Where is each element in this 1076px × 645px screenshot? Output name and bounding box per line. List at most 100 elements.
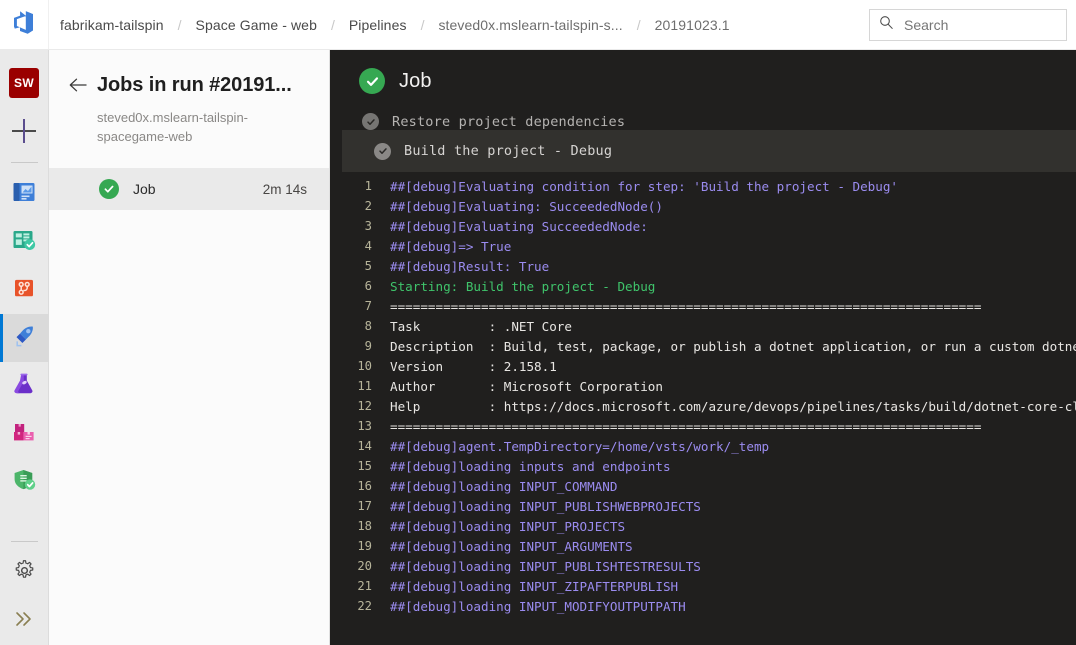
check-circle-icon	[99, 179, 119, 199]
log-line-number: 5	[364, 259, 372, 273]
azure-devops-logo-button[interactable]	[0, 0, 49, 49]
breadcrumb-item-project[interactable]: Space Game - web	[196, 15, 317, 35]
nav-divider-bottom	[10, 541, 38, 542]
project-badge: SW	[9, 68, 39, 98]
log-line-number: 12	[357, 399, 372, 413]
step-row-current[interactable]: Build the project - Debug	[342, 130, 1076, 172]
step-label: Restore project dependencies	[392, 114, 626, 130]
check-circle-icon	[359, 68, 385, 94]
log-line: 7 =======================================…	[330, 296, 1076, 316]
log-line: 12 Help : https://docs.microsoft.com/azur…	[330, 396, 1076, 416]
sidebar-item-boards[interactable]	[0, 218, 49, 266]
log-line-number: 22	[357, 599, 372, 613]
search-icon	[879, 15, 894, 35]
breadcrumb-item-organization[interactable]: fabrikam-tailspin	[60, 15, 164, 35]
log-line-number: 18	[357, 519, 372, 533]
step-list: Restore project dependencies Build the p…	[330, 112, 1076, 645]
sidebar-item-artifacts[interactable]	[0, 410, 49, 458]
log-line-number: 21	[357, 579, 372, 593]
breadcrumb-item-run[interactable]: 20191023.1	[655, 15, 730, 35]
sidebar-item-new[interactable]	[0, 107, 49, 155]
sidebar-item-expand-nav[interactable]	[0, 597, 49, 645]
breadcrumb-separator: /	[177, 16, 182, 33]
log-line-number: 13	[357, 419, 372, 433]
security-shield-icon	[11, 467, 37, 498]
test-plans-flask-icon	[11, 371, 37, 402]
pipelines-rocket-icon	[11, 323, 37, 354]
log-line: 15 ##[debug]loading inputs and endpoints	[330, 456, 1076, 476]
sidebar-item-project-settings[interactable]	[0, 549, 49, 597]
job-list: Job 2m 14s	[49, 168, 329, 210]
vertical-nav: SW	[0, 50, 49, 645]
log-line: 3 ##[debug]Evaluating SucceededNode:	[330, 216, 1076, 236]
breadcrumb-separator: /	[420, 16, 425, 33]
log-line-text: ##[debug]loading inputs and endpoints	[390, 458, 671, 474]
log-pane: Job Restore project dependencies Build t…	[330, 50, 1076, 645]
job-list-item[interactable]: Job 2m 14s	[49, 168, 329, 210]
back-button[interactable]	[65, 74, 91, 100]
log-line-text: ========================================…	[390, 298, 982, 314]
breadcrumb-item-pipeline[interactable]: steved0x.mslearn-tailspin-s...	[438, 15, 622, 35]
log-line: 21 ##[debug]loading INPUT_ZIPAFTERPUBLISH	[330, 576, 1076, 596]
sidebar-item-security[interactable]	[0, 458, 49, 506]
jobs-panel: Jobs in run #20191... steved0x.mslearn-t…	[49, 50, 330, 645]
check-circle-icon	[374, 142, 391, 160]
sidebar-item-overview[interactable]	[0, 170, 49, 218]
log-line-number: 4	[364, 239, 372, 253]
plus-icon	[12, 119, 36, 143]
log-line: 20 ##[debug]loading INPUT_PUBLISHTESTRESU…	[330, 556, 1076, 576]
log-line: 8 Task : .NET Core	[330, 316, 1076, 336]
step-row-previous[interactable]: Restore project dependencies	[330, 112, 1076, 130]
log-line-text: ##[debug]loading INPUT_ARGUMENTS	[390, 538, 633, 554]
search-input[interactable]: Search	[869, 8, 1067, 41]
sidebar-item-project[interactable]: SW	[0, 59, 49, 107]
log-line-number: 8	[364, 319, 372, 333]
breadcrumb-item-pipelines[interactable]: Pipelines	[349, 15, 407, 35]
search-placeholder: Search	[904, 16, 949, 33]
sidebar-item-repos[interactable]	[0, 266, 49, 314]
job-name: Job	[133, 181, 156, 197]
breadcrumb-separator: /	[636, 16, 641, 33]
log-line-text: ##[debug]loading INPUT_MODIFYOUTPUTPATH	[390, 598, 686, 614]
log-output[interactable]: 1 ##[debug]Evaluating condition for step:…	[330, 172, 1076, 616]
log-line-number: 11	[357, 379, 372, 393]
log-line-number: 15	[357, 459, 372, 473]
step-label: Build the project - Debug	[404, 143, 613, 159]
sidebar-item-pipelines[interactable]	[0, 314, 49, 362]
log-line-number: 6	[364, 279, 372, 293]
log-line-number: 2	[364, 199, 372, 213]
azure-devops-logo-icon	[12, 10, 36, 40]
log-line: 18 ##[debug]loading INPUT_PROJECTS	[330, 516, 1076, 536]
log-line-number: 1	[364, 179, 372, 193]
log-line-text: Description : Build, test, package, or p…	[390, 338, 1076, 354]
log-line-text: ##[debug]loading INPUT_ZIPAFTERPUBLISH	[390, 578, 679, 594]
log-line-text: Task : .NET Core	[390, 318, 572, 334]
jobs-panel-subtitle: steved0x.mslearn-tailspin-spacegame-web	[97, 110, 249, 144]
log-line: 19 ##[debug]loading INPUT_ARGUMENTS	[330, 536, 1076, 556]
log-line: 17 ##[debug]loading INPUT_PUBLISHWEBPROJE…	[330, 496, 1076, 516]
log-line-number: 16	[357, 479, 372, 493]
log-line-text: ##[debug]Evaluating: SucceededNode()	[390, 198, 663, 214]
log-line: 11 Author : Microsoft Corporation	[330, 376, 1076, 396]
log-line-number: 7	[364, 299, 372, 313]
check-circle-icon	[362, 113, 379, 130]
log-line-text: Help : https://docs.microsoft.com/azure/…	[390, 398, 1076, 414]
breadcrumb: fabrikam-tailspin / Space Game - web / P…	[49, 15, 869, 35]
log-line-text: ##[debug]loading INPUT_PUBLISHTESTRESULT…	[390, 558, 701, 574]
chevron-double-right-icon	[13, 610, 35, 633]
log-line: 6 Starting: Build the project - Debug	[330, 276, 1076, 296]
log-line-text: ##[debug]Result: True	[390, 258, 550, 274]
sidebar-item-test-plans[interactable]	[0, 362, 49, 410]
repos-icon	[11, 275, 37, 306]
log-line-text: ##[debug]=> True	[390, 238, 512, 254]
log-line-text: ##[debug]loading INPUT_PUBLISHWEBPROJECT…	[390, 498, 701, 514]
page-title: Jobs in run #20191...	[97, 74, 292, 96]
log-line: 16 ##[debug]loading INPUT_COMMAND	[330, 476, 1076, 496]
log-line-number: 17	[357, 499, 372, 513]
log-line: 5 ##[debug]Result: True	[330, 256, 1076, 276]
log-line: 10 Version : 2.158.1	[330, 356, 1076, 376]
artifacts-boxes-icon	[11, 419, 37, 450]
arrow-left-icon	[68, 77, 88, 98]
azure-devops-app: fabrikam-tailspin / Space Game - web / P…	[0, 0, 1076, 645]
log-line: 9 Description : Build, test, package, or …	[330, 336, 1076, 356]
